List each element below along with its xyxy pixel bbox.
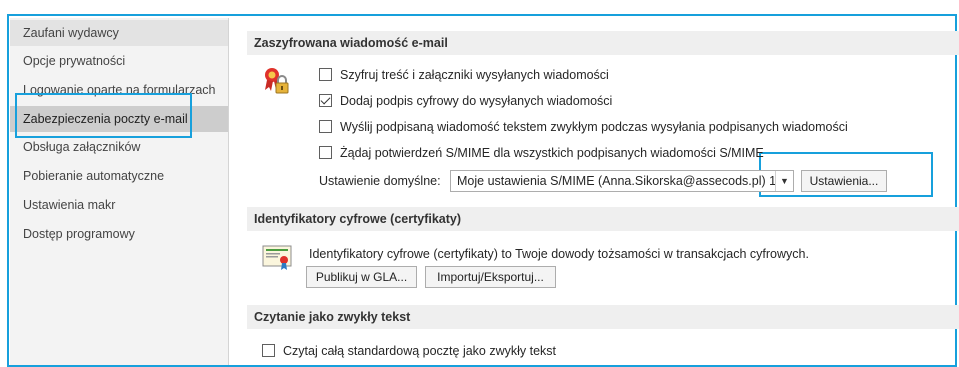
publish-gal-button[interactable]: Publikuj w GLA...: [306, 266, 417, 288]
read-plain-text-option[interactable]: Czytaj całą standardową pocztę jako zwyk…: [262, 342, 556, 360]
sidebar-item-privacy-options[interactable]: Opcje prywatności: [10, 48, 228, 74]
send-cleartext-checkbox[interactable]: [319, 120, 332, 133]
settings-button[interactable]: Ustawienia...: [801, 170, 887, 192]
send-cleartext-label: Wyślij podpisaną wiadomość tekstem zwykł…: [340, 120, 848, 134]
sidebar-item-trusted-publishers[interactable]: Zaufani wydawcy: [10, 20, 228, 46]
read-plain-text-label: Czytaj całą standardową pocztę jako zwyk…: [283, 344, 557, 358]
sidebar-item-form-based-signin[interactable]: Logowanie oparte na formularzach: [10, 77, 228, 103]
sidebar: Zaufani wydawcy Opcje prywatności Logowa…: [10, 18, 229, 365]
request-receipt-label: Żądaj potwierdzeń S/MIME dla wszystkich …: [340, 146, 764, 160]
request-receipt-option[interactable]: Żądaj potwierdzeń S/MIME dla wszystkich …: [319, 144, 764, 162]
encrypt-content-label: Szyfruj treść i załączniki wysyłanych wi…: [340, 68, 609, 82]
add-signature-label: Dodaj podpis cyfrowy do wysyłanych wiado…: [340, 94, 613, 108]
sidebar-item-programmatic-access[interactable]: Dostęp programowy: [10, 221, 228, 247]
lock-ribbon-icon: [262, 66, 292, 96]
sidebar-item-macro-settings[interactable]: Ustawienia makr: [10, 192, 228, 218]
digital-ids-description: Identyfikatory cyfrowe (certyfikaty) to …: [309, 247, 809, 261]
section-header-encrypted-email: Zaszyfrowana wiadomość e-mail: [247, 31, 959, 55]
request-receipt-checkbox[interactable]: [319, 146, 332, 159]
certificate-icon: [262, 244, 294, 272]
default-setting-dropdown[interactable]: Moje ustawienia S/MIME (Anna.Sikorska@as…: [450, 170, 794, 192]
import-export-button[interactable]: Importuj/Eksportuj...: [425, 266, 556, 288]
encrypt-content-option[interactable]: Szyfruj treść i załączniki wysyłanych wi…: [319, 66, 609, 84]
read-plain-text-checkbox[interactable]: [262, 344, 275, 357]
add-signature-checkbox[interactable]: [319, 94, 332, 107]
default-setting-label: Ustawienie domyślne:: [319, 174, 441, 188]
sidebar-item-automatic-download[interactable]: Pobieranie automatyczne: [10, 163, 228, 189]
section-header-read-plain-text: Czytanie jako zwykły tekst: [247, 305, 959, 329]
sidebar-item-email-security[interactable]: Zabezpieczenia poczty e-mail: [10, 106, 228, 132]
section-header-digital-ids: Identyfikatory cyfrowe (certyfikaty): [247, 207, 959, 231]
send-cleartext-option[interactable]: Wyślij podpisaną wiadomość tekstem zwykł…: [319, 118, 848, 136]
sidebar-item-attachment-handling[interactable]: Obsługa załączników: [10, 134, 228, 160]
default-setting-value: Moje ustawienia S/MIME (Anna.Sikorska@as…: [457, 174, 777, 188]
add-signature-option[interactable]: Dodaj podpis cyfrowy do wysyłanych wiado…: [319, 92, 612, 110]
chevron-down-icon[interactable]: ▼: [775, 171, 793, 191]
encrypt-content-checkbox[interactable]: [319, 68, 332, 81]
